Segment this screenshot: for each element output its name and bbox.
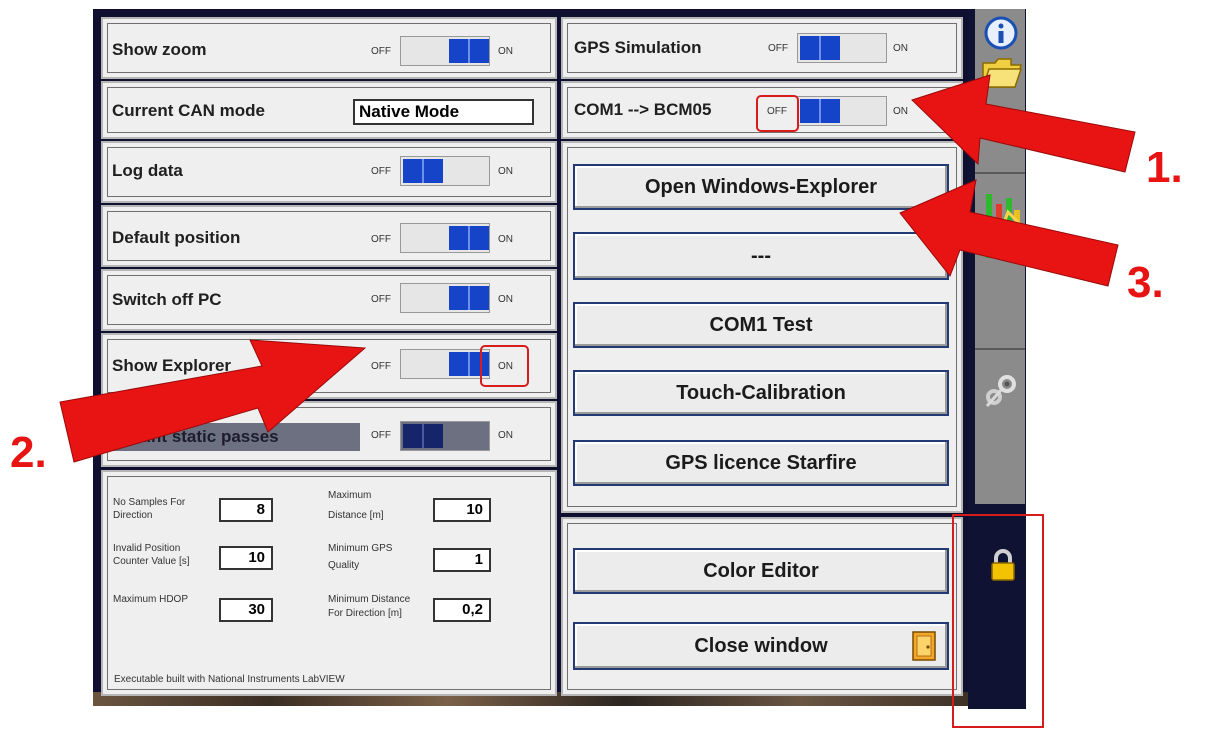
annotation-arrows — [59, 74, 1136, 463]
arrow-1 — [911, 74, 1136, 173]
arrow-2 — [59, 339, 367, 463]
arrow-3 — [899, 179, 1119, 287]
annotation-number-3: 3. — [1127, 258, 1164, 307]
annotation-number-1: 1. — [1146, 143, 1183, 192]
annotation-number-2: 2. — [10, 428, 47, 477]
